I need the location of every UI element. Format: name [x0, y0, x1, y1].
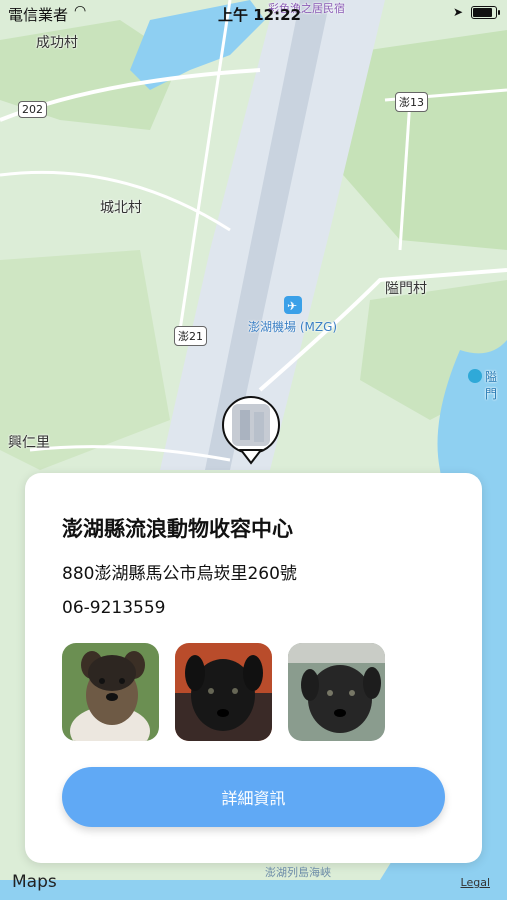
wifi-icon: ◠ [74, 3, 87, 19]
map-label-ximen: 隘門村 [385, 281, 427, 297]
dog-photo-1[interactable] [62, 643, 159, 741]
shelter-info-card: 澎湖縣流浪動物收容中心 880澎湖縣馬公市烏崁里260號 06-9213559 [25, 473, 482, 863]
shelter-phone[interactable]: 06-9213559 [62, 598, 165, 618]
dog-photo-2[interactable] [175, 643, 272, 741]
shelter-address: 880澎湖縣馬公市烏崁里260號 [62, 564, 297, 584]
clock: 上午 12:22 [218, 6, 301, 24]
svg-text:✈: ✈ [287, 299, 297, 313]
shelter-name: 澎湖縣流浪動物收容中心 [62, 517, 293, 541]
map-label-airport[interactable]: 澎湖機場 (MZG) [248, 318, 337, 335]
map-label-chenggong: 成功村 [36, 35, 78, 51]
map-label-chengbei: 城北村 [100, 200, 142, 216]
road-shield-13: 澎13 [395, 92, 428, 112]
battery-icon [471, 5, 500, 19]
photo-gallery [62, 643, 385, 741]
details-button[interactable]: 詳細資訊 [62, 767, 445, 827]
road-shield-202: 202 [18, 101, 47, 118]
carrier-label: 電信業者 [8, 6, 69, 24]
map-label-xingren: 興仁里 [8, 435, 50, 451]
dog-photo-3[interactable] [288, 643, 385, 741]
status-icons: ➤ [452, 5, 500, 19]
maps-branding: Maps [12, 872, 57, 892]
road-shield-21: 澎21 [174, 326, 207, 346]
map-label-ximen-poi[interactable]: 隘門 [485, 368, 507, 402]
location-arrow-icon: ➤ [452, 5, 463, 19]
legal-link[interactable]: Legal [461, 876, 490, 889]
map-label-strait: 澎湖列島海峽 [265, 866, 331, 879]
